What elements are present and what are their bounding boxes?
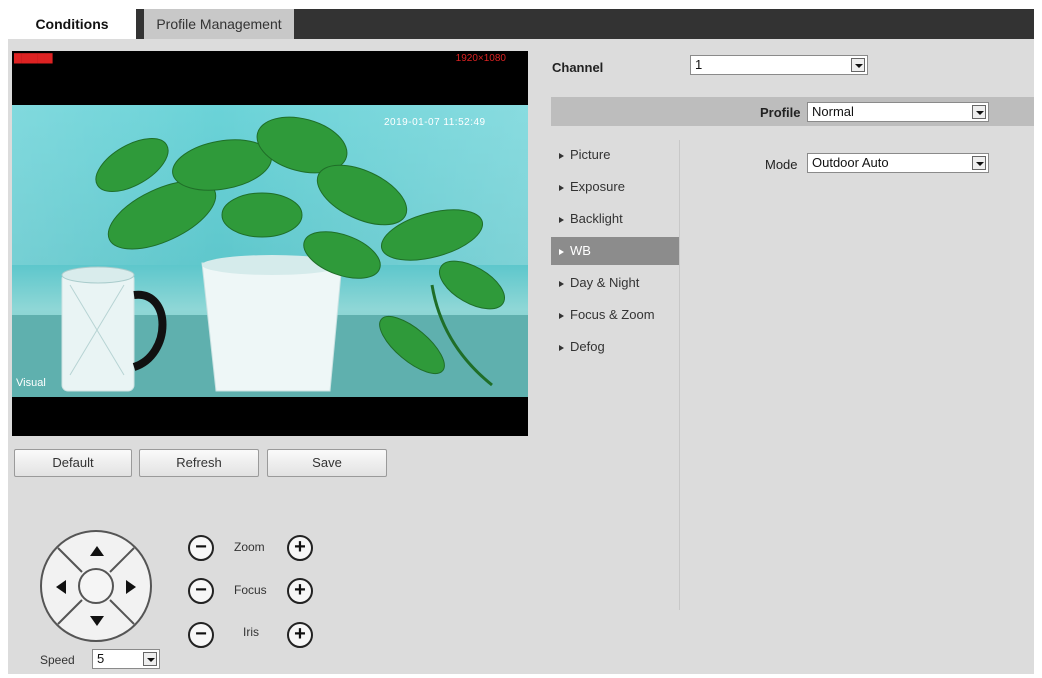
zoom-minus-button[interactable]: − bbox=[188, 535, 214, 561]
speed-select[interactable]: 5 bbox=[92, 649, 160, 669]
iris-label: Iris bbox=[243, 625, 259, 639]
channel-label: Channel bbox=[552, 60, 604, 75]
mode-select[interactable]: Outdoor Auto bbox=[807, 153, 989, 173]
plant-illustration bbox=[61, 116, 505, 392]
focus-label: Focus bbox=[234, 583, 267, 597]
ptz-center-button[interactable] bbox=[78, 568, 114, 604]
menu-item-exposure[interactable]: Exposure bbox=[551, 173, 679, 201]
video-timestamp: 2019-01-07 11:52:49 bbox=[384, 117, 486, 128]
chevron-down-icon bbox=[851, 58, 865, 72]
profile-select[interactable]: Normal bbox=[807, 102, 989, 122]
profile-label: Profile bbox=[760, 105, 801, 120]
mode-value: Outdoor Auto bbox=[812, 155, 889, 170]
menu-item-label: Picture bbox=[570, 147, 611, 162]
ptz-left-arrow-icon[interactable] bbox=[56, 580, 66, 594]
tab-conditions[interactable]: Conditions bbox=[8, 9, 136, 39]
menu-item-label: Exposure bbox=[570, 179, 625, 194]
video-resolution-label: 1920×1080 bbox=[455, 53, 506, 64]
menu-item-label: Day & Night bbox=[570, 275, 640, 290]
zoom-label: Zoom bbox=[234, 540, 265, 554]
refresh-button[interactable]: Refresh bbox=[139, 449, 259, 477]
camera-settings-page: Conditions Profile Management ▇▇▇▇▇ 1920… bbox=[0, 0, 1042, 678]
menu-divider bbox=[679, 140, 680, 610]
menu-item-day-night[interactable]: Day & Night bbox=[551, 269, 679, 297]
caret-right-icon bbox=[559, 248, 564, 255]
save-button[interactable]: Save bbox=[267, 449, 387, 477]
ptz-direction-pad[interactable] bbox=[40, 530, 152, 642]
default-button[interactable]: Default bbox=[14, 449, 132, 477]
menu-item-defog[interactable]: Defog bbox=[551, 333, 679, 361]
ptz-down-arrow-icon[interactable] bbox=[90, 616, 104, 626]
tab-profile-management[interactable]: Profile Management bbox=[144, 9, 294, 39]
menu-item-label: WB bbox=[570, 243, 591, 258]
channel-value: 1 bbox=[695, 57, 703, 72]
menu-item-backlight[interactable]: Backlight bbox=[551, 205, 679, 233]
menu-item-label: Focus & Zoom bbox=[570, 307, 655, 322]
caret-right-icon bbox=[559, 184, 564, 191]
video-channel-label: Visual bbox=[16, 377, 46, 389]
menu-item-label: Defog bbox=[570, 339, 605, 354]
menu-item-label: Backlight bbox=[570, 211, 623, 226]
speed-value: 5 bbox=[97, 651, 105, 666]
caret-right-icon bbox=[559, 152, 564, 159]
zoom-plus-button[interactable]: + bbox=[287, 535, 313, 561]
video-overlay-top-left: ▇▇▇▇▇ bbox=[14, 53, 53, 64]
ptz-right-arrow-icon[interactable] bbox=[126, 580, 136, 594]
menu-item-wb[interactable]: WB bbox=[551, 237, 679, 265]
menu-item-focus-zoom[interactable]: Focus & Zoom bbox=[551, 301, 679, 329]
tab-bar: Conditions Profile Management bbox=[8, 9, 1034, 39]
caret-right-icon bbox=[559, 312, 564, 319]
channel-select[interactable]: 1 bbox=[690, 55, 868, 75]
ptz-up-arrow-icon[interactable] bbox=[90, 546, 104, 556]
chevron-down-icon bbox=[972, 105, 986, 119]
live-video-preview[interactable]: ▇▇▇▇▇ 1920×1080 2019-01-07 11:52:49 Visu… bbox=[12, 51, 528, 436]
profile-value: Normal bbox=[812, 104, 854, 119]
caret-right-icon bbox=[559, 344, 564, 351]
chevron-down-icon bbox=[972, 156, 986, 170]
caret-right-icon bbox=[559, 216, 564, 223]
speed-label: Speed bbox=[40, 653, 75, 667]
focus-plus-button[interactable]: + bbox=[287, 578, 313, 604]
iris-plus-button[interactable]: + bbox=[287, 622, 313, 648]
focus-minus-button[interactable]: − bbox=[188, 578, 214, 604]
caret-right-icon bbox=[559, 280, 564, 287]
chevron-down-icon bbox=[143, 652, 157, 666]
video-scene bbox=[12, 105, 528, 397]
iris-minus-button[interactable]: − bbox=[188, 622, 214, 648]
menu-item-picture[interactable]: Picture bbox=[551, 141, 679, 169]
mode-label: Mode bbox=[765, 157, 798, 172]
